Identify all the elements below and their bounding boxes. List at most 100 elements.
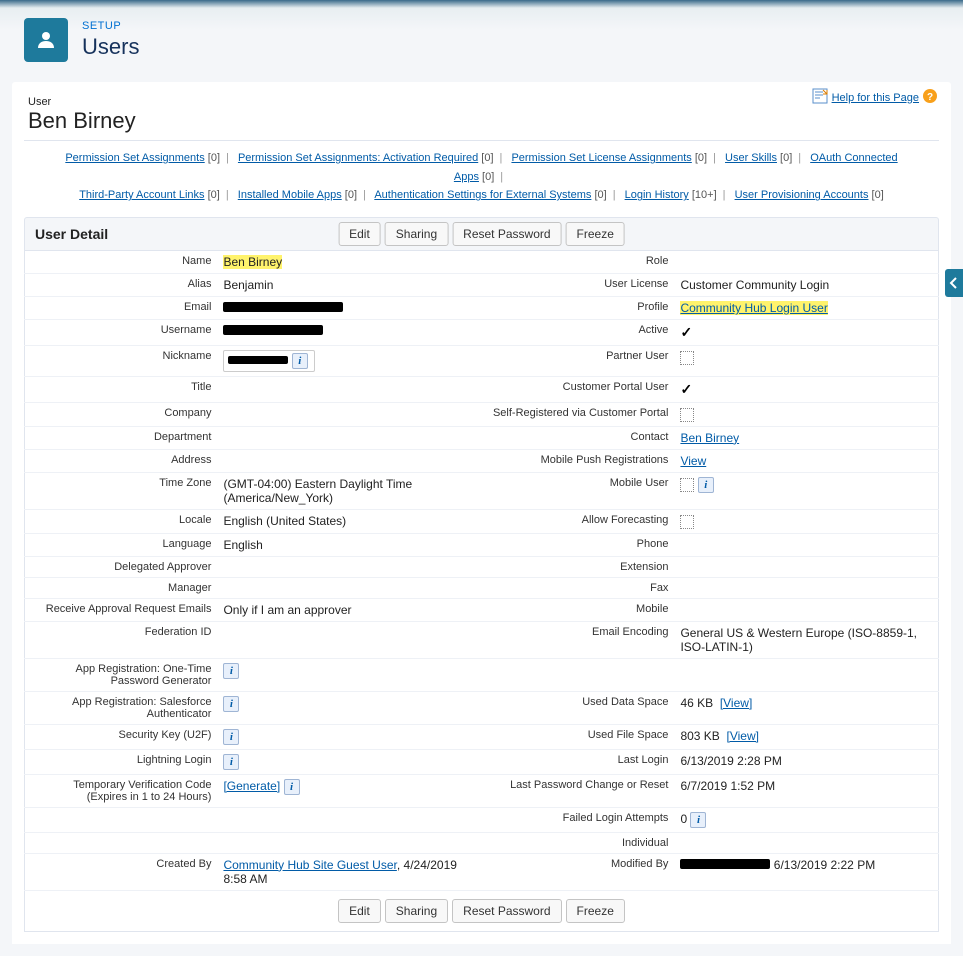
forecasting-checkbox [680, 515, 694, 529]
value-created-by-name[interactable]: Community Hub Site Guest User [223, 858, 396, 872]
help-icon[interactable]: ? [923, 89, 937, 106]
label-mobile-user: Mobile User [481, 472, 674, 509]
label-app-reg-otp: App Registration: One-Time Password Gene… [25, 658, 218, 691]
freeze-button-bottom[interactable]: Freeze [566, 899, 625, 923]
partner-user-checkbox [680, 351, 694, 365]
label-email-encoding: Email Encoding [481, 621, 674, 658]
sharing-button[interactable]: Sharing [385, 222, 448, 246]
value-name: Ben Birney [223, 255, 282, 269]
expand-side-tab[interactable] [945, 269, 963, 297]
button-row-top: Edit Sharing Reset Password Freeze [338, 222, 625, 246]
otp-info-icon[interactable]: i [223, 663, 239, 679]
generate-link[interactable]: [Generate] [223, 779, 280, 793]
label-customer-portal: Customer Portal User [481, 377, 674, 403]
related-links: Permission Set Assignments [0]| Permissi… [24, 147, 939, 211]
label-mobile: Mobile [481, 598, 674, 621]
label-used-file: Used File Space [481, 724, 674, 749]
link-auth-ext[interactable]: Authentication Settings for External Sys… [374, 189, 591, 201]
freeze-button[interactable]: Freeze [566, 222, 625, 246]
nickname-info-icon[interactable]: i [292, 353, 308, 369]
label-language: Language [25, 533, 218, 556]
failed-login-info-icon[interactable]: i [690, 812, 706, 828]
edit-button[interactable]: Edit [338, 222, 381, 246]
label-created-by: Created By [25, 853, 218, 890]
link-mobile-apps[interactable]: Installed Mobile Apps [238, 189, 342, 201]
label-self-reg: Self-Registered via Customer Portal [481, 403, 674, 427]
value-timezone: (GMT-04:00) Eastern Daylight Time (Ameri… [217, 472, 481, 509]
label-last-pw: Last Password Change or Reset [481, 774, 674, 807]
value-contact[interactable]: Ben Birney [680, 431, 739, 445]
label-alias: Alias [25, 274, 218, 297]
label-partner-user: Partner User [481, 346, 674, 377]
label-name: Name [25, 251, 218, 274]
view-file-link[interactable]: [View] [726, 729, 758, 743]
label-receive-approval: Receive Approval Request Emails [25, 598, 218, 621]
label-locale: Locale [25, 509, 218, 533]
label-title: Title [25, 377, 218, 403]
link-perm-lic[interactable]: Permission Set License Assignments [511, 152, 691, 164]
sf-auth-info-icon[interactable]: i [223, 696, 239, 712]
label-nickname: Nickname [25, 346, 218, 377]
label-phone: Phone [481, 533, 674, 556]
temp-verify-info-icon[interactable]: i [284, 779, 300, 795]
link-user-skills[interactable]: User Skills [725, 152, 777, 164]
label-user-license: User License [481, 274, 674, 297]
link-third-party[interactable]: Third-Party Account Links [79, 189, 204, 201]
value-failed-login: 0 [680, 812, 687, 826]
label-modified-by: Modified By [481, 853, 674, 890]
link-user-prov[interactable]: User Provisioning Accounts [735, 189, 869, 201]
reset-password-button[interactable]: Reset Password [452, 222, 561, 246]
page-header: SETUP Users [0, 0, 963, 76]
value-user-license: Customer Community Login [674, 274, 938, 297]
setup-label: SETUP [82, 20, 139, 32]
sharing-button-bottom[interactable]: Sharing [385, 899, 448, 923]
redacted-username [223, 325, 323, 335]
printable-view-icon[interactable] [812, 88, 828, 107]
u2f-info-icon[interactable]: i [223, 729, 239, 745]
nickname-box: i [223, 350, 314, 372]
label-last-login: Last Login [481, 749, 674, 774]
label-contact: Contact [481, 426, 674, 449]
label-forecasting: Allow Forecasting [481, 509, 674, 533]
help-link[interactable]: Help for this Page [832, 92, 919, 104]
mobile-user-info-icon[interactable]: i [698, 477, 714, 493]
breadcrumb-entity: User [24, 94, 939, 108]
value-locale: English (United States) [217, 509, 481, 533]
label-department: Department [25, 426, 218, 449]
label-manager: Manager [25, 577, 218, 598]
lightning-info-icon[interactable]: i [223, 754, 239, 770]
label-lightning: Lightning Login [25, 749, 218, 774]
link-perm-set[interactable]: Permission Set Assignments [65, 152, 204, 164]
redacted-email [223, 302, 343, 312]
reset-password-button-bottom[interactable]: Reset Password [452, 899, 561, 923]
users-icon [24, 18, 68, 62]
chevron-left-icon [949, 277, 959, 289]
link-login-hist[interactable]: Login History [625, 189, 689, 201]
label-mobile-push: Mobile Push Registrations [481, 449, 674, 472]
button-row-bottom: Edit Sharing Reset Password Freeze [24, 891, 939, 932]
active-check-icon: ✓ [680, 324, 692, 340]
mobile-push-view[interactable]: View [680, 454, 706, 468]
label-individual: Individual [481, 832, 674, 853]
label-extension: Extension [481, 556, 674, 577]
value-receive-approval: Only if I am an approver [217, 598, 481, 621]
label-temp-verify: Temporary Verification Code (Expires in … [25, 774, 218, 807]
self-reg-checkbox [680, 408, 694, 422]
section-title: User Detail [25, 226, 108, 242]
content-card: Help for this Page ? User Ben Birney Per… [12, 82, 951, 944]
value-alias: Benjamin [217, 274, 481, 297]
value-profile[interactable]: Community Hub Login User [680, 301, 827, 315]
label-security-key: Security Key (U2F) [25, 724, 218, 749]
label-app-reg-sf: App Registration: Salesforce Authenticat… [25, 691, 218, 724]
value-used-data: 46 KB [680, 696, 713, 710]
value-email-encoding: General US & Western Europe (ISO-8859-1,… [674, 621, 938, 658]
label-used-data: Used Data Space [481, 691, 674, 724]
label-address: Address [25, 449, 218, 472]
edit-button-bottom[interactable]: Edit [338, 899, 381, 923]
view-data-link[interactable]: [View] [720, 696, 752, 710]
label-profile: Profile [481, 297, 674, 320]
value-last-login: 6/13/2019 2:28 PM [674, 749, 938, 774]
label-fax: Fax [481, 577, 674, 598]
link-perm-set-act[interactable]: Permission Set Assignments: Activation R… [238, 152, 478, 164]
help-block: Help for this Page ? [812, 88, 937, 107]
